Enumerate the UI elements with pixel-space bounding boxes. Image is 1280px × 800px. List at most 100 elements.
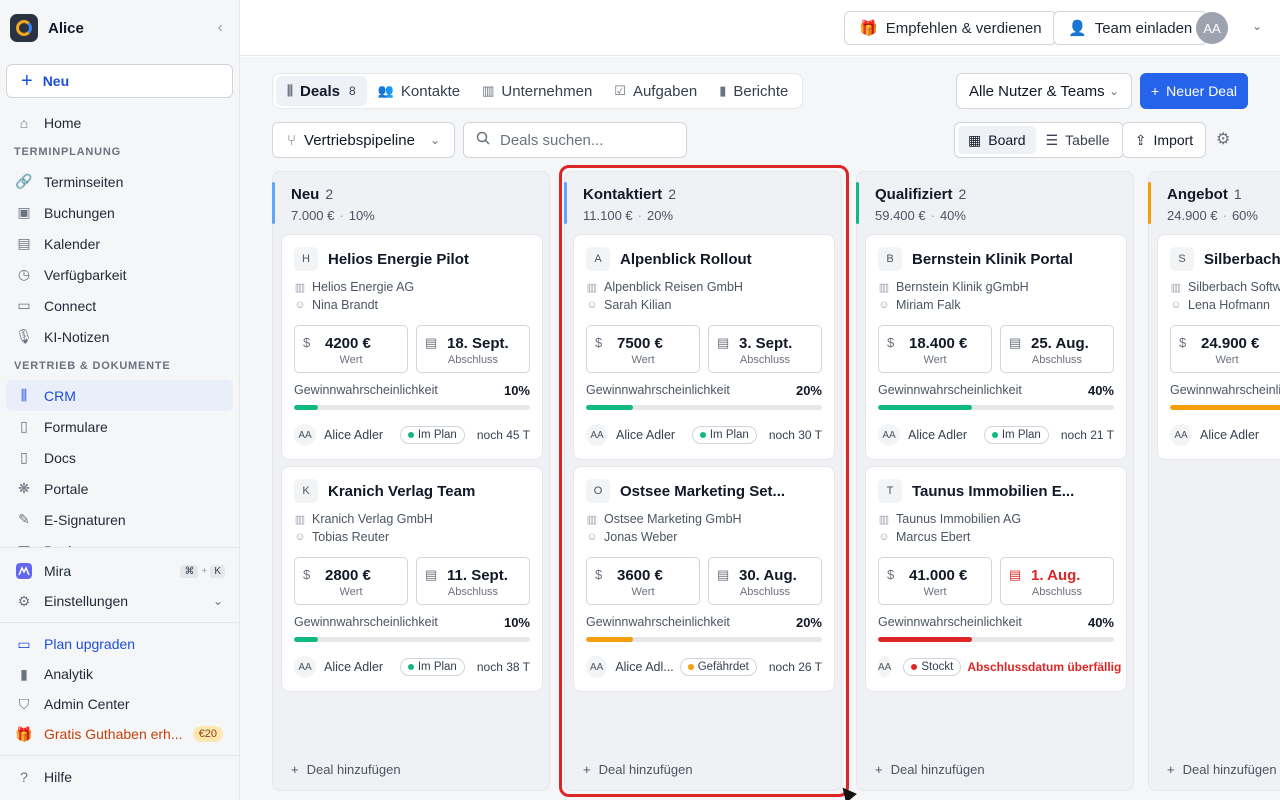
pipeline-select[interactable]: ⑂ Vertriebspipeline ⌄: [272, 122, 455, 158]
tab-deals[interactable]: ⫼ Deals 8: [276, 76, 367, 106]
column-name: Kontaktiert: [583, 186, 663, 203]
column-count: 1: [1233, 186, 1242, 202]
sidebar-item-portale[interactable]: ❋ Portale: [6, 473, 233, 504]
users-teams-select[interactable]: Alle Nutzer & Teams ⌄: [956, 73, 1132, 109]
close-date-box[interactable]: ▤ 11. Sept. Abschluss: [416, 557, 530, 605]
probability-value: 10%: [503, 383, 530, 398]
deal-title[interactable]: Silberbach Software Suite: [1204, 251, 1280, 268]
close-date-box[interactable]: ▤ 3. Sept. Abschluss: [708, 325, 822, 373]
close-date-box[interactable]: ▤ 30. Aug. Abschluss: [708, 557, 822, 605]
deal-contact: ☺ Sarah Kilian: [586, 298, 671, 312]
sidebar-item-docs[interactable]: ▯ Docs: [6, 442, 233, 473]
tab-kontakte[interactable]: 👥 Kontakte: [367, 76, 471, 106]
sidebar-item-e-signaturen[interactable]: ✎ E-Signaturen: [6, 504, 233, 535]
column-probability: 40%: [939, 208, 966, 223]
deal-title[interactable]: Bernstein Klinik Portal: [912, 251, 1073, 268]
plus-icon: +: [1167, 762, 1175, 777]
calendar-icon: ▤: [425, 567, 438, 582]
deal-card[interactable]: T Taunus Immobilien E... ▥ Taunus Immobilie…: [865, 466, 1127, 692]
sidebar-item-buchungen[interactable]: ▣ Buchungen: [6, 197, 233, 228]
refer-earn-button[interactable]: 🎁 Empfehlen & verdienen: [844, 11, 1057, 45]
help-item[interactable]: ? Hilfe: [6, 762, 233, 792]
add-deal-button[interactable]: + Deal hinzufügen: [1167, 762, 1277, 777]
status-badge[interactable]: Im Plan: [691, 426, 757, 444]
add-deal-button[interactable]: + Deal hinzufügen: [875, 762, 985, 777]
add-deal-button[interactable]: + Deal hinzufügen: [583, 762, 693, 777]
probability-value: 10%: [503, 615, 530, 630]
column-total: 59.400 €: [875, 208, 926, 223]
board-view-button[interactable]: ▦ Board: [958, 126, 1036, 154]
search-input[interactable]: [500, 131, 670, 149]
mira-item[interactable]: Mira ⌘ + K: [6, 556, 233, 586]
sidebar-item-ki-notizen[interactable]: 🎙 KI-Notizen: [6, 321, 233, 352]
collapse-sidebar-icon[interactable]: ‹: [218, 19, 229, 37]
new-button[interactable]: + Neu: [6, 64, 233, 98]
deal-value-box[interactable]: $18.400 € Wert: [878, 325, 992, 373]
import-button[interactable]: ⇪ Import: [1122, 122, 1206, 158]
deal-title[interactable]: Alpenblick Rollout: [620, 251, 752, 268]
deal-card[interactable]: B Bernstein Klinik Portal ▥ Bernstein Klini…: [865, 234, 1127, 460]
tab-unternehmen[interactable]: ▥ Unternehmen: [471, 76, 603, 106]
add-deal-button[interactable]: + Deal hinzufügen: [291, 762, 401, 777]
company-name: Silberbach Software GmbH: [1188, 280, 1280, 294]
owner-name: Alice Adler: [908, 428, 968, 442]
invite-team-button[interactable]: 👤 Team einladen: [1053, 11, 1208, 45]
board-settings-gear-icon[interactable]: ⚙: [1216, 129, 1230, 149]
new-deal-button[interactable]: + Neuer Deal: [1140, 73, 1248, 109]
tab-aufgaben[interactable]: ☑ Aufgaben: [603, 76, 708, 106]
deal-value-box[interactable]: $3600 € Wert: [586, 557, 700, 605]
deal-value-box[interactable]: $2800 € Wert: [294, 557, 408, 605]
status-badge[interactable]: Im Plan: [983, 426, 1049, 444]
sidebar-item-connect[interactable]: ▭ Connect: [6, 290, 233, 321]
deal-card[interactable]: K Kranich Verlag Team ▥ Kranich Verlag GmbH…: [281, 466, 543, 692]
deal-card[interactable]: A Alpenblick Rollout ▥ Alpenblick Reisen Gm…: [573, 234, 835, 460]
free-credit-item[interactable]: 🎁 Gratis Guthaben erh... €20: [6, 719, 233, 749]
settings-item[interactable]: ⚙ Einstellungen ⌄: [6, 586, 233, 616]
deal-value-box[interactable]: $4200 € Wert: [294, 325, 408, 373]
deal-value-box[interactable]: $7500 € Wert: [586, 325, 700, 373]
sidebar-item-verf-gbarkeit[interactable]: ◷ Verfügbarkeit: [6, 259, 233, 290]
sidebar-item-terminseiten[interactable]: 🔗 Terminseiten: [6, 166, 233, 197]
deal-value-label: Wert: [631, 354, 655, 366]
status-badge[interactable]: Stockt: [903, 658, 962, 676]
sidebar-item-home[interactable]: ⌂ Home: [6, 107, 233, 138]
deal-title[interactable]: Kranich Verlag Team: [328, 483, 475, 500]
close-date-box[interactable]: ▤ 18. Sept. Abschluss: [416, 325, 530, 373]
user-avatar[interactable]: AA: [1196, 12, 1228, 44]
analytics-item[interactable]: ▮ Analytik: [6, 659, 233, 689]
upgrade-plan-item[interactable]: ▭ Plan upgraden: [6, 629, 233, 659]
deal-company: ▥ Taunus Immobilien AG: [878, 512, 1021, 526]
sidebar-item-formulare[interactable]: ▯ Formulare: [6, 411, 233, 442]
chevron-down-icon[interactable]: ⌄: [1252, 19, 1262, 33]
probability-bar-fill: [1170, 405, 1280, 410]
status-dot: [699, 432, 706, 438]
admin-center-item[interactable]: ⛉ Admin Center: [6, 689, 233, 719]
table-view-button[interactable]: ☰ Tabelle: [1036, 126, 1120, 154]
deal-card[interactable]: S Silberbach Software Suite ▥ Silberbach So…: [1157, 234, 1280, 460]
deal-value-box[interactable]: $41.000 € Wert: [878, 557, 992, 605]
deal-card[interactable]: O Ostsee Marketing Set... ▥ Ostsee Marketin…: [573, 466, 835, 692]
deal-value-box[interactable]: $24.900 € Wert: [1170, 325, 1280, 373]
deal-card[interactable]: H Helios Energie Pilot ▥ Helios Energie AG ☺…: [281, 234, 543, 460]
status-badge[interactable]: Im Plan: [399, 658, 465, 676]
sidebar-item-crm[interactable]: ⫼ CRM: [6, 380, 233, 411]
sidebar-item-buchungen[interactable]: ▥Buchungen: [6, 535, 233, 547]
status-badge[interactable]: Im Plan: [399, 426, 465, 444]
close-date-box[interactable]: ▤ 1. Aug. Abschluss: [1000, 557, 1114, 605]
deal-title[interactable]: Helios Energie Pilot: [328, 251, 469, 268]
building-icon: ▥: [878, 281, 890, 294]
sidebar-item-label: Formulare: [44, 418, 108, 435]
deal-title[interactable]: Taunus Immobilien E...: [912, 483, 1074, 500]
user-icon: ☺: [878, 531, 890, 543]
deal-title[interactable]: Ostsee Marketing Set...: [620, 483, 785, 500]
column-title: Angebot 1: [1167, 186, 1242, 203]
sidebar-bottom: Mira ⌘ + K ⚙ Einstellungen ⌄ ▭ Plan upgrad…: [0, 547, 239, 792]
deal-value: 2800 €: [325, 567, 371, 584]
close-date-box[interactable]: ▤ 25. Aug. Abschluss: [1000, 325, 1114, 373]
tab-berichte[interactable]: ▮ Berichte: [708, 76, 799, 106]
tab-label: Deals: [299, 82, 341, 100]
probability-bar-fill: [586, 405, 634, 410]
sidebar-item-kalender[interactable]: ▤ Kalender: [6, 228, 233, 259]
status-badge[interactable]: Gefährdet: [679, 658, 757, 676]
workspace-header[interactable]: Alice ‹: [0, 0, 239, 56]
